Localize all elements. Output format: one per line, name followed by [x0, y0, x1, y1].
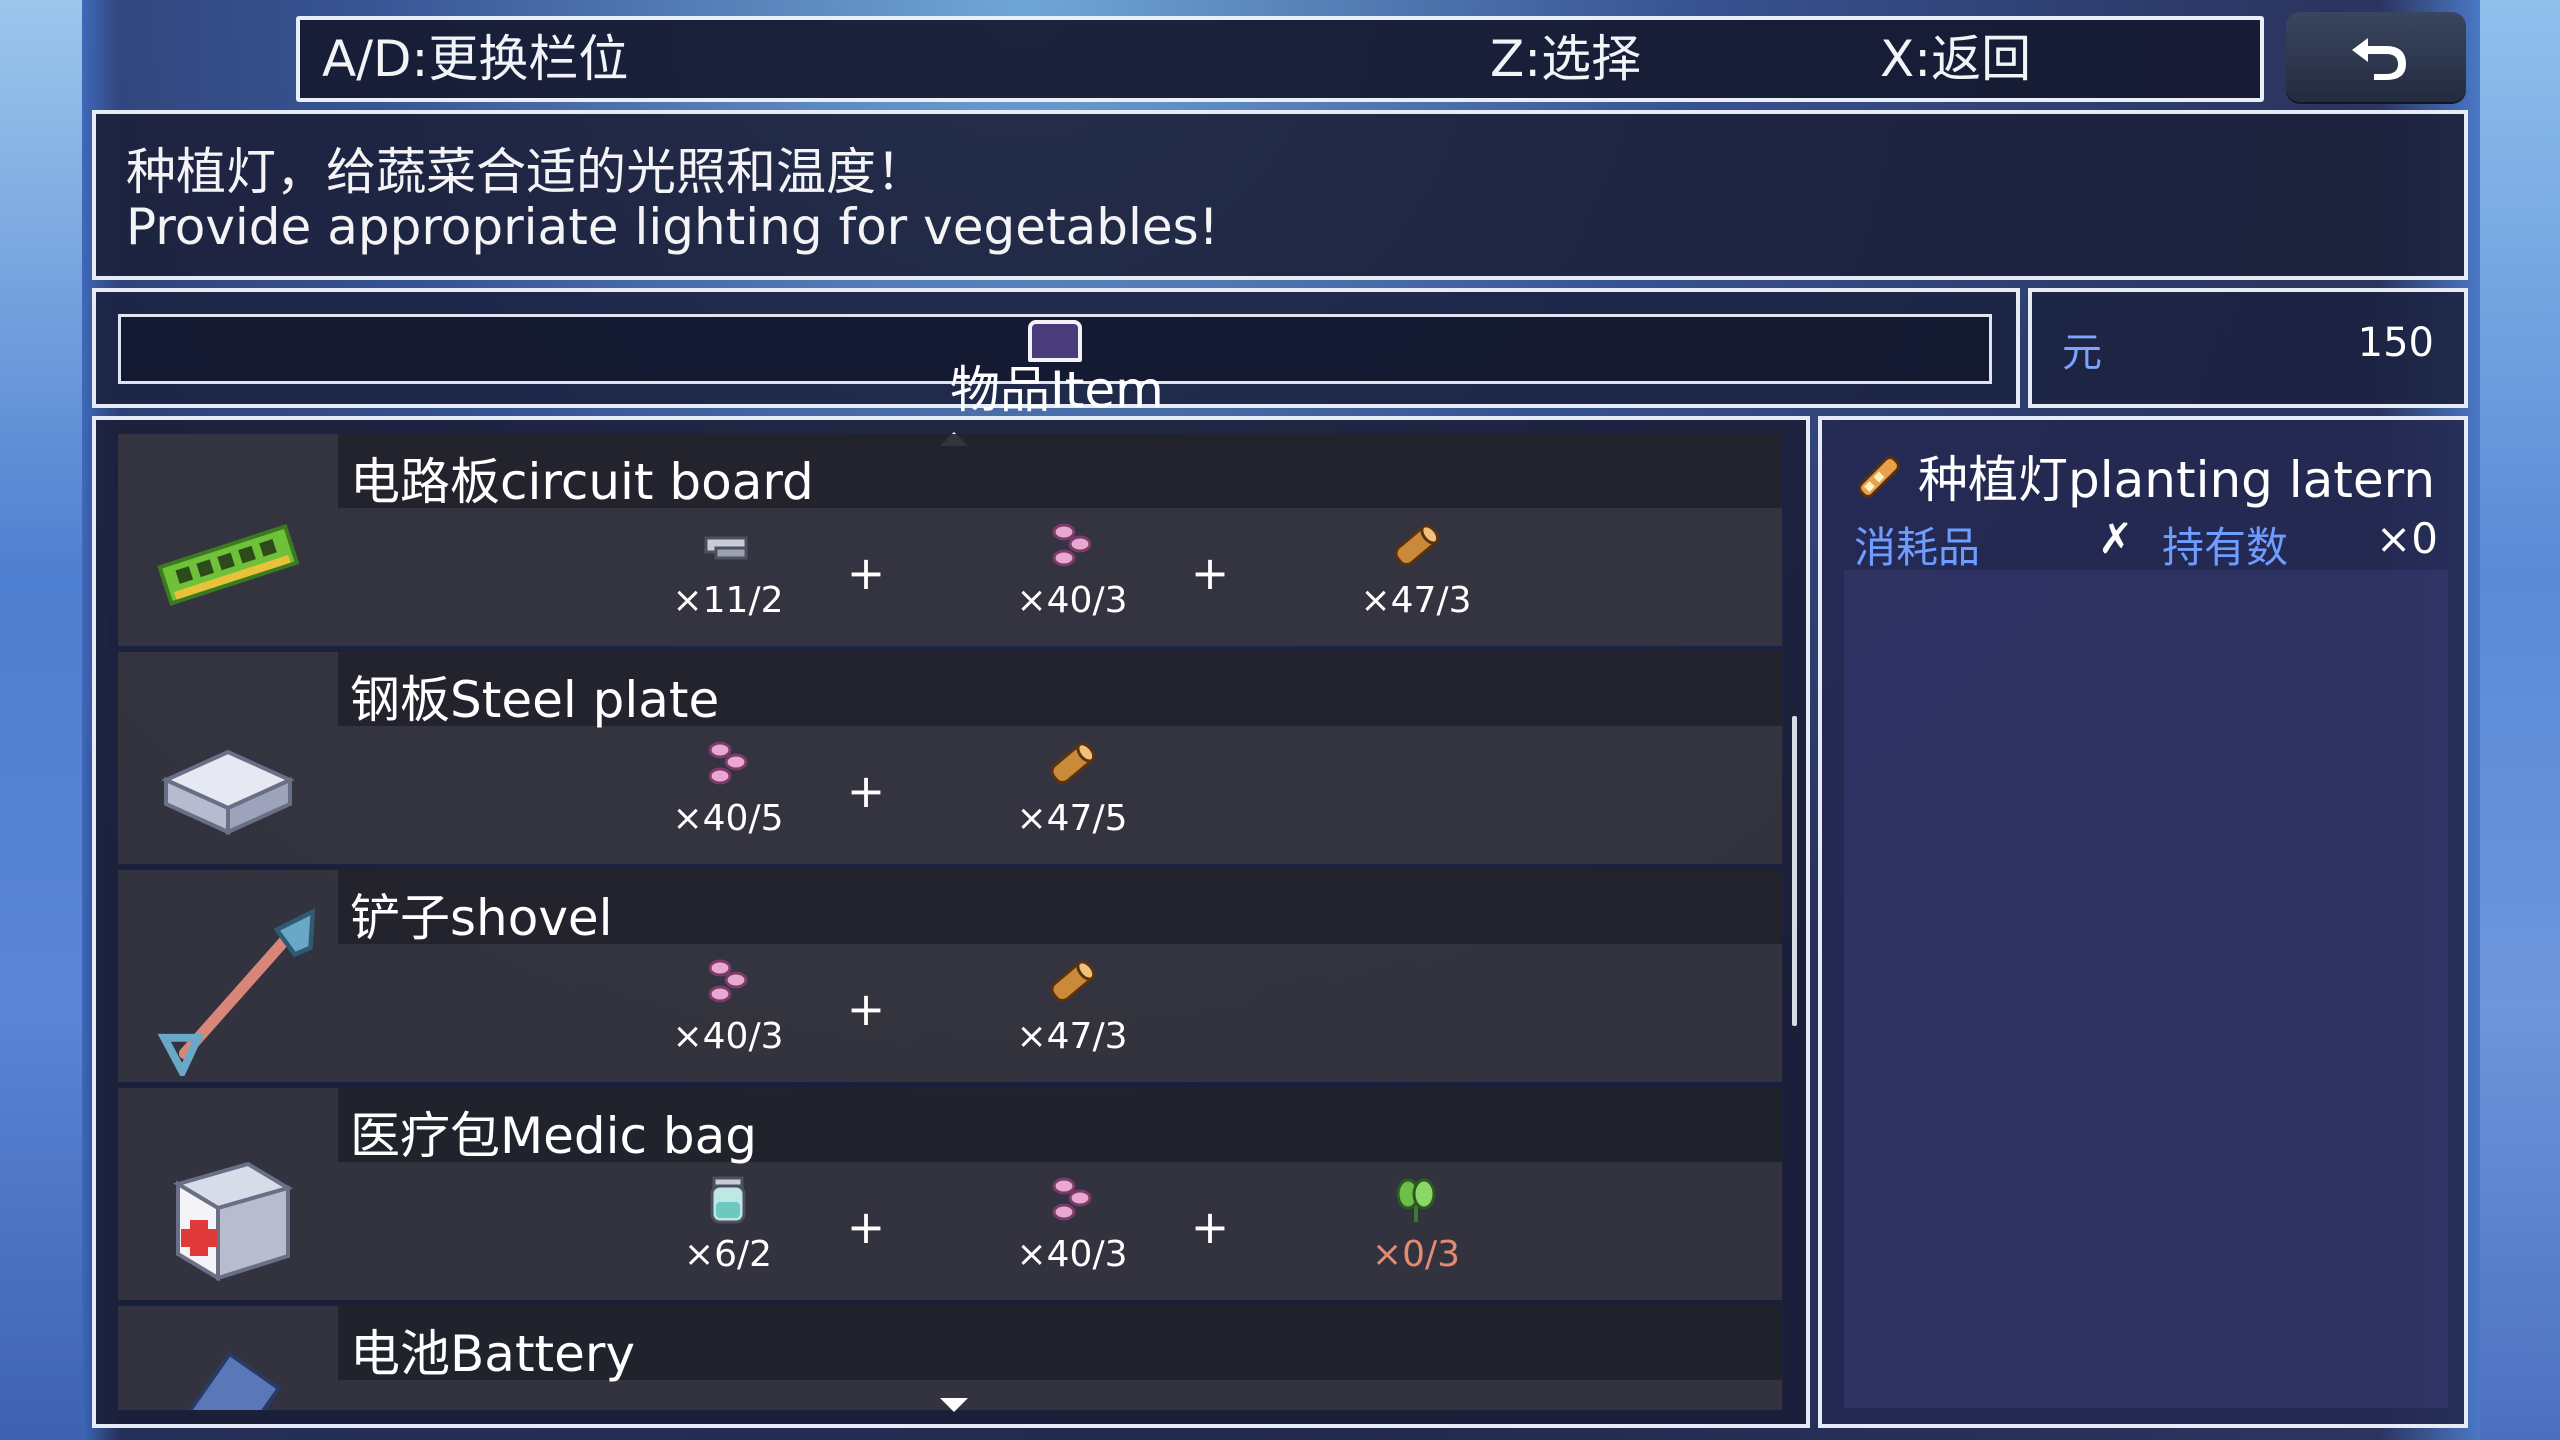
shovel-icon [157, 907, 316, 1076]
item-type-label: 消耗品 [1854, 523, 1981, 572]
recipe-name: 钢板Steel plate [350, 671, 720, 729]
herb-leaf-icon [1396, 1178, 1436, 1222]
ore-chunk-icon [708, 959, 748, 1003]
item-description-panel: 种植灯，给蔬菜合适的光照和温度！ Provide appropriate lig… [92, 110, 2468, 280]
ingredient-quantity: ×40/5 [672, 798, 784, 839]
detail-item-name: 种植灯planting latern [1918, 451, 2436, 509]
plus-sign-icon: + [1190, 1200, 1230, 1254]
owned-count-label: 持有数 [2162, 523, 2289, 572]
recipe-row-circuit-board[interactable]: 电路板circuit board ×11/2 + ×40/3 + ×47/3 [118, 434, 1782, 646]
return-arrow-icon [2352, 38, 2406, 80]
hint-select: Z:选择 [1490, 30, 1642, 88]
recipe-name: 医疗包Medic bag [350, 1107, 758, 1165]
recipe-row-medic-bag[interactable]: 医疗包Medic bag ×6/2 + ×40/3 + ×0/3 [118, 1088, 1782, 1300]
plus-sign-icon: + [846, 1200, 886, 1254]
currency-unit: 元 [2062, 330, 2102, 376]
list-scrollbar[interactable] [1792, 716, 1797, 1026]
owned-count-value: ×0 [2376, 514, 2438, 563]
medic-bag-icon [173, 1161, 293, 1282]
recipe-name: 铲子shovel [350, 889, 613, 947]
scrap-metal-icon [704, 536, 748, 560]
plus-sign-icon: + [846, 982, 886, 1036]
battery-icon [158, 1351, 282, 1410]
recipe-row-battery[interactable]: 电池Battery [118, 1306, 1782, 1410]
recipe-name: 电路板circuit board [350, 453, 814, 511]
ore-chunk-icon [1052, 1177, 1092, 1221]
background-right-strip [2480, 0, 2560, 1440]
recipe-row-steel-plate[interactable]: 钢板Steel plate ×40/5 + ×47/5 [118, 652, 1782, 864]
wood-log-icon [1050, 742, 1096, 785]
steel-plate-icon [161, 749, 295, 836]
hint-switch-slot: A/D:更换栏位 [322, 30, 629, 88]
ingredient-quantity: ×47/5 [1016, 798, 1128, 839]
recipe-row-shovel[interactable]: 铲子shovel ×40/3 + ×47/3 [118, 870, 1782, 1082]
description-line-en: Provide appropriate lighting for vegetab… [126, 198, 1219, 256]
ore-chunk-icon [708, 741, 748, 785]
scroll-down-arrow-icon[interactable] [940, 1398, 968, 1412]
ingredient-quantity: ×11/2 [672, 580, 784, 621]
category-tab-item[interactable]: 物品Item [950, 350, 1164, 422]
plus-sign-icon: + [846, 546, 886, 600]
background-left-strip [0, 0, 82, 1440]
money-display: 元 150 [2028, 288, 2468, 408]
recipe-name: 电池Battery [350, 1325, 636, 1383]
ingredient-quantity: ×6/2 [683, 1234, 773, 1275]
control-hint-bar: A/D:更换栏位 Z:选择 X:返回 [296, 16, 2264, 102]
ingredient-quantity: ×47/3 [1016, 1016, 1128, 1057]
detail-content-area [1844, 570, 2448, 1408]
selected-item-detail-panel: 种植灯planting latern 消耗品 ✗ 持有数 ×0 [1818, 416, 2468, 1428]
ingredient-quantity: ×40/3 [672, 1016, 784, 1057]
ingredient-quantity: ×47/3 [1360, 580, 1472, 621]
ingredient-quantity: ×40/3 [1016, 580, 1128, 621]
ingredient-quantity-insufficient: ×0/3 [1371, 1234, 1461, 1275]
water-jar-icon [710, 1176, 746, 1224]
ore-chunk-icon [1052, 523, 1092, 567]
money-amount: 150 [2357, 320, 2434, 366]
wood-log-icon [1050, 960, 1096, 1003]
plus-sign-icon: + [846, 764, 886, 818]
planting-lantern-icon [1858, 456, 1900, 498]
ingredient-quantity: ×40/3 [1016, 1234, 1128, 1275]
hint-back: X:返回 [1880, 30, 2032, 88]
consumable-flag: ✗ [2098, 514, 2134, 563]
plus-sign-icon: + [1190, 546, 1230, 600]
wood-log-icon [1394, 524, 1440, 567]
back-button[interactable] [2286, 12, 2466, 102]
detail-attributes: 消耗品 ✗ 持有数 ×0 [1844, 510, 2448, 572]
circuit-board-icon [157, 523, 300, 606]
description-line-cn: 种植灯，给蔬菜合适的光照和温度！ [126, 143, 926, 201]
